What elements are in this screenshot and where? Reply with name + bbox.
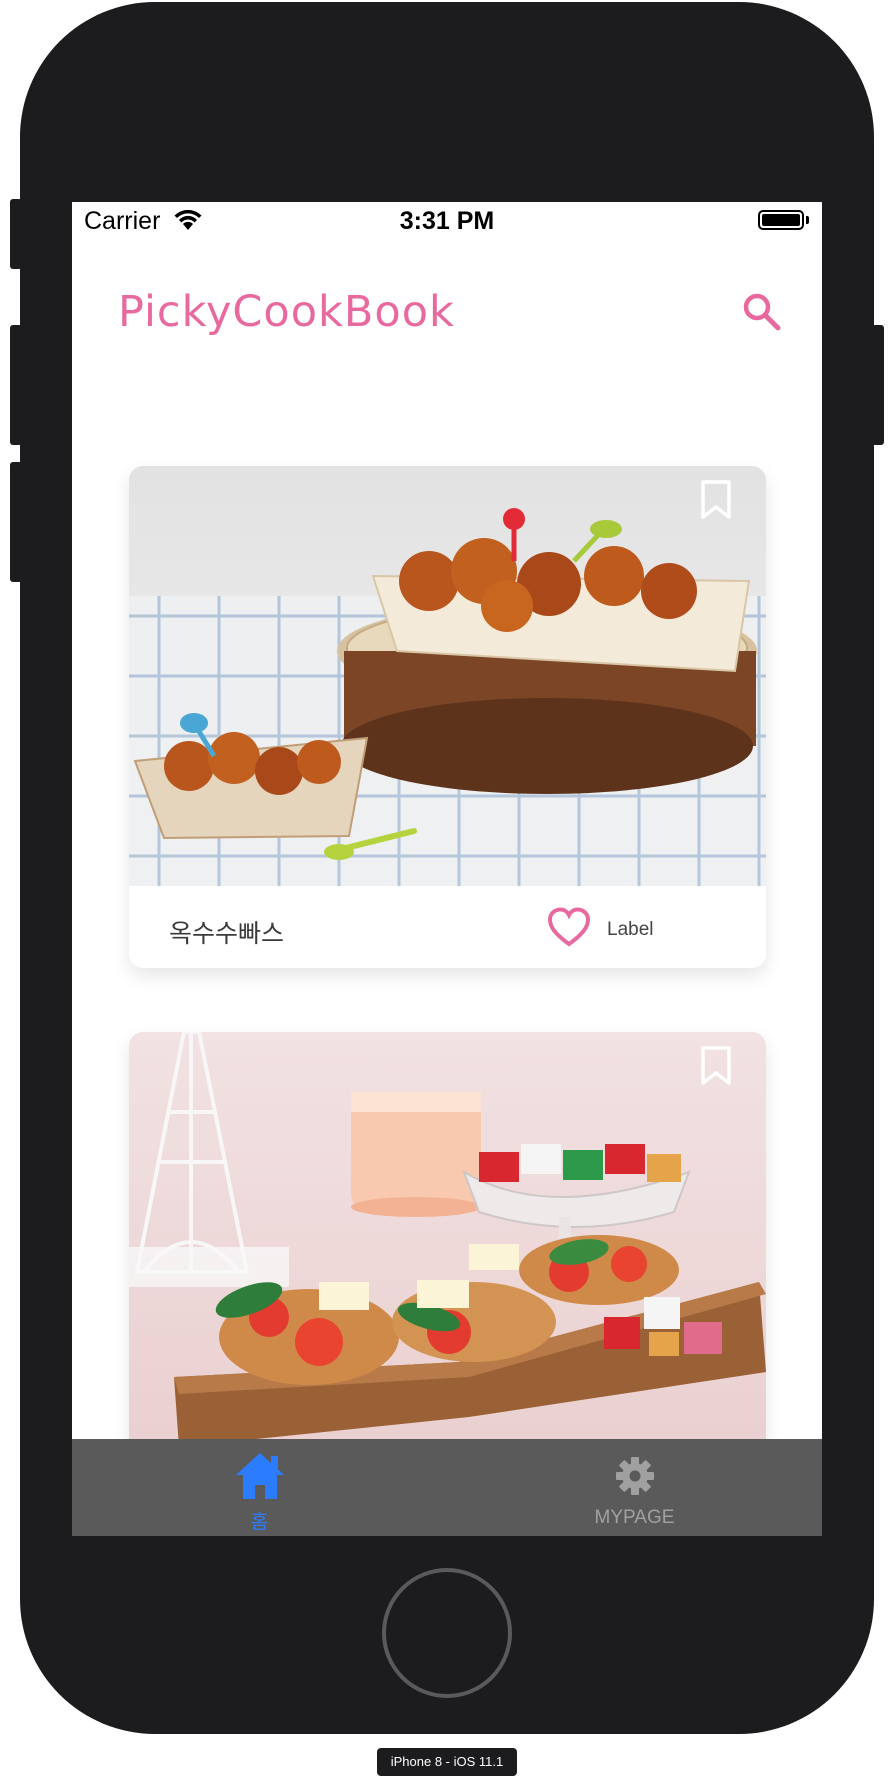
tab-label: 홈 xyxy=(250,1512,269,1533)
home-icon xyxy=(236,1453,284,1499)
gear-icon xyxy=(616,1457,654,1495)
home-button[interactable] xyxy=(382,1568,512,1698)
like-count-label: Label xyxy=(607,919,654,940)
tab-home[interactable]: 홈 xyxy=(72,1439,447,1536)
bookmark-icon[interactable] xyxy=(699,1046,733,1086)
battery-cap xyxy=(806,216,809,224)
recipe-photo[interactable] xyxy=(129,466,766,886)
app-screen: Carrier 3:31 PM PickyCookBook 옥수수빠스 Labe… xyxy=(72,202,822,1536)
status-time: 3:31 PM xyxy=(399,207,495,235)
bookmark-icon[interactable] xyxy=(699,480,733,520)
heart-icon[interactable] xyxy=(547,907,591,947)
tab-bar: 홈 MYPAGE xyxy=(72,1439,822,1536)
app-title: PickyCookBook xyxy=(118,287,455,337)
search-icon[interactable] xyxy=(740,290,784,334)
tab-label: MYPAGE xyxy=(594,1507,675,1528)
card-footer: 옥수수빠스 Label xyxy=(129,886,766,968)
recipe-name[interactable]: 옥수수빠스 xyxy=(169,914,284,950)
device-label: iPhone 8 - iOS 11.1 xyxy=(377,1748,517,1776)
battery-icon xyxy=(758,210,804,230)
tab-mypage[interactable]: MYPAGE xyxy=(447,1439,822,1536)
status-bar: Carrier 3:31 PM xyxy=(72,202,822,242)
recipe-card[interactable]: 옥수수빠스 Label xyxy=(129,466,766,968)
